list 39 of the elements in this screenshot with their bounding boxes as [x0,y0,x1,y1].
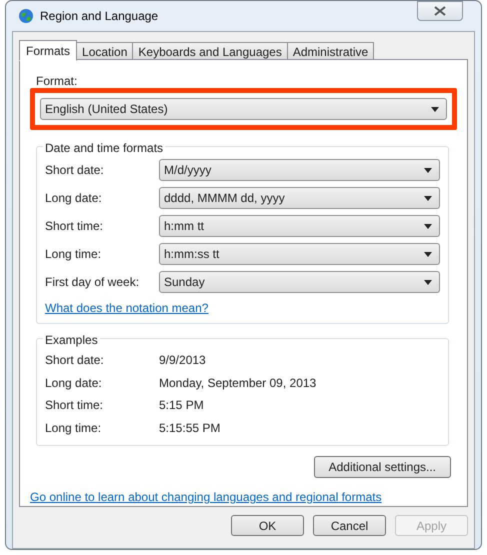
close-button[interactable] [417,1,463,21]
format-dropdown[interactable]: English (United States) [40,98,447,120]
example-label: Short time: [45,397,104,414]
dropdown-arrow-icon [424,280,432,284]
format-dropdown[interactable]: Sunday [159,271,440,293]
format-label: Format: [36,74,78,88]
dropdown-arrow-icon [424,196,432,200]
dropdown-arrow-icon [431,106,439,112]
example-label: Long time: [45,420,102,437]
globe-icon [18,8,34,24]
dropdown-arrow-icon [424,224,432,228]
tab[interactable]: Administrative [286,42,374,60]
example-value: Monday, September 09, 2013 [159,374,316,392]
dropdown-arrow-icon [424,168,432,172]
format-dropdown[interactable]: M/d/yyyy [159,159,440,181]
close-icon [434,6,446,16]
field-label: Short time: [45,218,104,235]
dialog-button[interactable]: Cancel [313,515,386,536]
dialog-button[interactable]: OK [231,515,304,536]
example-label: Short date: [45,352,105,370]
format-dropdown[interactable]: h:mm:ss tt [159,243,440,265]
format-dropdown[interactable]: dddd, MMMM dd, yyyy [159,187,440,209]
example-value: 5:15 PM [159,397,204,414]
notation-link[interactable]: What does the notation mean? [45,299,208,317]
example-label: Long date: [45,374,103,392]
example-value: 5:15:55 PM [159,420,220,437]
format-dropdown[interactable]: h:mm tt [159,215,440,237]
tab[interactable]: Location [76,42,134,60]
dropdown-arrow-icon [424,252,432,256]
field-label: Short date: [45,162,105,179]
tab[interactable]: Formats [19,40,78,61]
field-label: First day of week: [45,274,140,291]
tab[interactable]: Keyboards and Languages [132,42,288,60]
field-label: Long date: [45,190,103,207]
window-title: Region and Language [40,8,158,25]
online-help-link[interactable]: Go online to learn about changing languages and regional formats [30,488,382,506]
example-value: 9/9/2013 [159,352,206,370]
additional-settings-button[interactable]: Additional settings... [314,456,451,478]
field-label: Long time: [45,246,102,263]
